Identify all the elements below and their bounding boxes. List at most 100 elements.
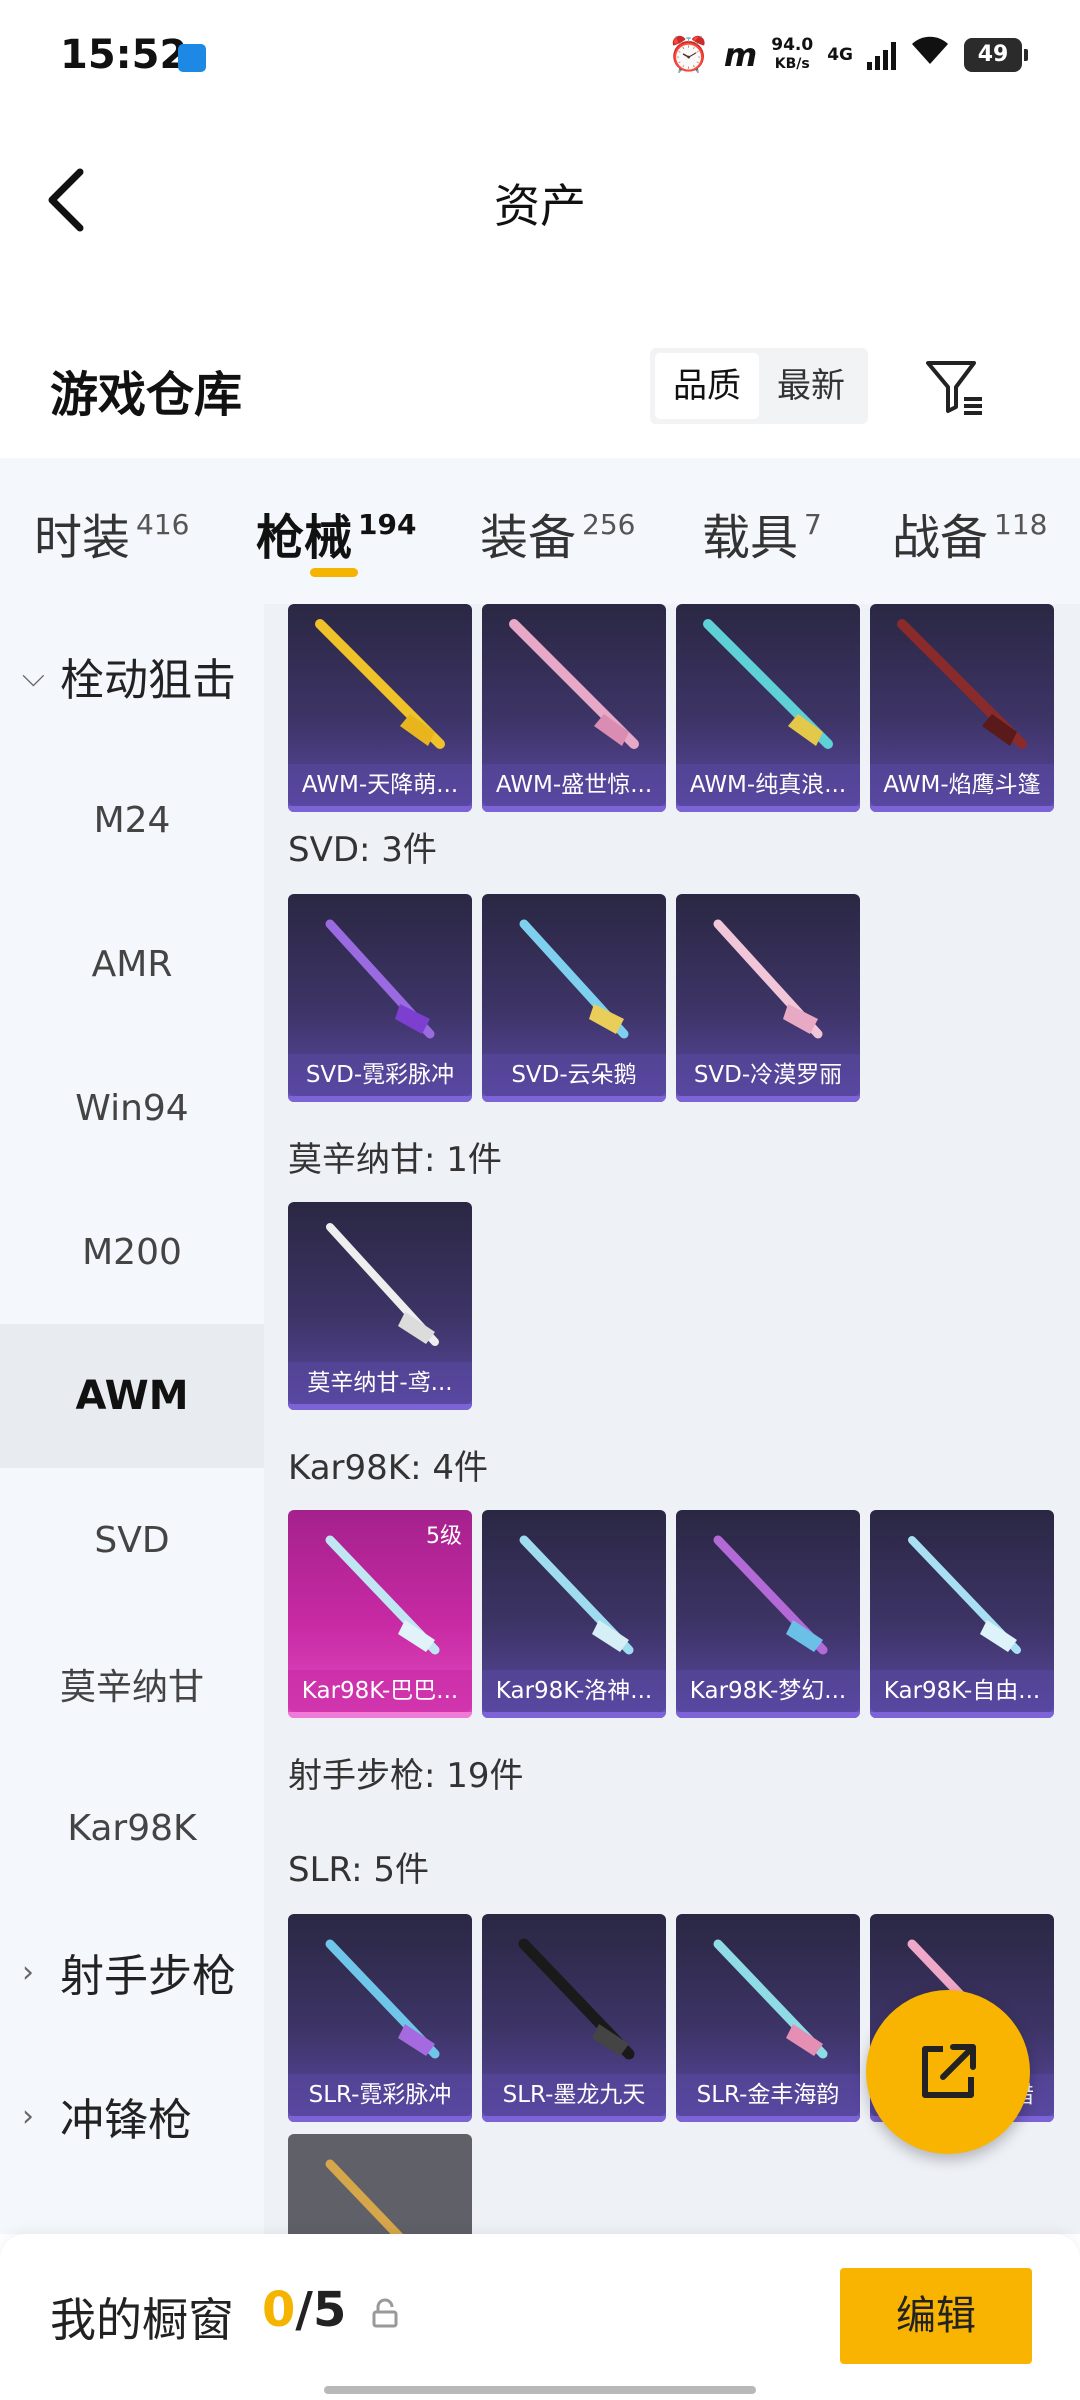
net-speed-unit: KB/s xyxy=(774,55,810,72)
weapon-card-name: SLR-墨龙九天 xyxy=(482,2074,666,2116)
weapon-card-name: Kar98K-巴巴... xyxy=(288,1670,472,1712)
weapon-card[interactable]: 5级 Kar98K-巴巴... xyxy=(288,1510,472,1718)
section-label-svd: SVD: 3件 xyxy=(288,830,437,870)
weapon-card-name: AWM-天降萌... xyxy=(288,764,472,806)
active-tab-indicator xyxy=(310,568,358,577)
rifle-icon xyxy=(325,1939,440,2059)
sniper-rifle-icon xyxy=(519,1535,634,1655)
sniper-rifle-icon xyxy=(897,619,1027,749)
battery-icon: 49 xyxy=(964,37,1028,72)
network-type: 4G xyxy=(827,44,853,65)
page-header: 资产 xyxy=(0,150,1080,250)
weapon-card[interactable]: SLR-霓彩脉冲 xyxy=(288,1914,472,2122)
share-button[interactable] xyxy=(866,1990,1030,2154)
weapon-card[interactable]: SVD-霓彩脉冲 xyxy=(288,894,472,1102)
sniper-rifle-icon xyxy=(325,919,435,1039)
weapon-card[interactable]: Kar98K-自由... xyxy=(870,1510,1054,1718)
rifle-icon xyxy=(518,1938,635,2060)
filter-button[interactable] xyxy=(922,355,986,419)
page-title: 资产 xyxy=(494,179,586,233)
sidebar-group-bolt-sniper[interactable]: ⌵ 栓动狙击 xyxy=(0,604,264,748)
sidebar-group-label: 射手步枪 xyxy=(60,1951,236,2002)
sidebar-item-mosin[interactable]: 莫辛纳甘 xyxy=(0,1612,264,1756)
tab-firearms[interactable]: 枪械 194 xyxy=(256,498,416,568)
tab-supplies[interactable]: 战备 118 xyxy=(892,498,1047,568)
tab-vehicles[interactable]: 载具 7 xyxy=(702,498,822,568)
lock-icon xyxy=(372,2298,398,2328)
edit-button[interactable]: 编辑 xyxy=(840,2268,1032,2364)
sniper-rifle-icon xyxy=(713,1535,828,1655)
weapon-card[interactable]: AWM-焰鹰斗篷 xyxy=(870,604,1054,812)
showcase-current: 0 xyxy=(262,2282,296,2338)
section-label-marksman: 射手步枪: 19件 xyxy=(288,1756,524,1796)
weapon-card-name: 莫辛纳甘-鸢... xyxy=(288,1362,472,1404)
sidebar-item-svd[interactable]: SVD xyxy=(0,1468,264,1612)
alarm-icon: ⏰ xyxy=(667,34,710,75)
filter-icon xyxy=(926,361,982,415)
sidebar-group-smg[interactable]: › 冲锋枪 xyxy=(0,2044,264,2188)
weapon-card-name: SLR-金丰海韵 xyxy=(676,2074,860,2116)
weapon-card-name: Kar98K-自由... xyxy=(870,1670,1054,1712)
app-icon xyxy=(178,44,206,72)
sniper-rifle-icon xyxy=(519,919,629,1039)
sidebar-item-m200[interactable]: M200 xyxy=(0,1180,264,1324)
weapon-card[interactable]: AWM-盛世惊... xyxy=(482,604,666,812)
weapon-card[interactable]: Kar98K-梦幻... xyxy=(676,1510,860,1718)
tab-label: 时装 xyxy=(34,510,131,566)
chevron-down-icon: ⌵ xyxy=(22,658,45,694)
sniper-rifle-icon xyxy=(326,1223,439,1346)
weapon-card[interactable]: SLR-金丰海韵 xyxy=(676,1914,860,2122)
weapon-card[interactable]: AWM-纯真浪... xyxy=(676,604,860,812)
weapon-card[interactable]: 莫辛纳甘-鸢... xyxy=(288,1202,472,1410)
network-logo-icon: m xyxy=(723,35,758,74)
tab-equipment[interactable]: 装备 256 xyxy=(480,498,635,568)
weapon-card-name: SVD-霓彩脉冲 xyxy=(288,1054,472,1096)
sniper-rifle-icon xyxy=(325,1535,440,1655)
signal-icon xyxy=(867,40,896,70)
sniper-rifle-icon xyxy=(908,1536,1021,1654)
sidebar-item-win94[interactable]: Win94 xyxy=(0,1036,264,1180)
sidebar-item-kar98k[interactable]: Kar98K xyxy=(0,1756,264,1900)
chevron-right-icon: › xyxy=(22,1954,34,1990)
tab-label: 战备 xyxy=(892,510,989,566)
section-label-mosin: 莫辛纳甘: 1件 xyxy=(288,1140,502,1180)
tab-count: 416 xyxy=(136,508,190,541)
battery-level: 49 xyxy=(977,41,1009,67)
bottom-bar: 我的橱窗 0/5 编辑 xyxy=(0,2234,1080,2400)
chevron-right-icon: › xyxy=(22,2098,34,2134)
share-icon xyxy=(922,2044,976,2098)
sidebar-group-marksman[interactable]: › 射手步枪 xyxy=(0,1900,264,2044)
status-time: 15:52 xyxy=(60,32,188,78)
tab-count: 256 xyxy=(582,508,636,541)
sniper-rifle-icon xyxy=(315,619,445,749)
tab-count: 118 xyxy=(994,508,1048,541)
sidebar-item-awm[interactable]: AWM xyxy=(0,1324,264,1468)
weapon-card-name: SVD-冷漠罗丽 xyxy=(676,1054,860,1096)
weapon-card-name: SVD-云朵鹅 xyxy=(482,1054,666,1096)
sort-toggle: 品质 最新 xyxy=(650,348,868,424)
sniper-rifle-icon xyxy=(509,619,639,749)
tab-fashion[interactable]: 时装 416 xyxy=(34,498,189,568)
weapon-card[interactable]: Kar98K-洛神... xyxy=(482,1510,666,1718)
showcase-label: 我的橱窗 xyxy=(50,2293,234,2347)
rifle-icon xyxy=(325,2159,404,2234)
sidebar-group-label: 冲锋枪 xyxy=(60,2095,192,2146)
weapon-card[interactable]: SVD-云朵鹅 xyxy=(482,894,666,1102)
sidebar-group-label: 栓动狙击 xyxy=(60,655,236,706)
weapon-card[interactable]: SLR-墨龙九天 xyxy=(482,1914,666,2122)
net-speed-value: 94.0 xyxy=(771,34,814,55)
sniper-rifle-icon xyxy=(713,919,823,1039)
sidebar-item-m24[interactable]: M24 xyxy=(0,748,264,892)
weapon-card-name: SLR-霓彩脉冲 xyxy=(288,2074,472,2116)
weapon-sidebar: ⌵ 栓动狙击 M24 AMR Win94 M200 AWM SVD 莫辛纳甘 K… xyxy=(0,604,264,2234)
sidebar-item-amr[interactable]: AMR xyxy=(0,892,264,1036)
weapon-card-name: Kar98K-梦幻... xyxy=(676,1670,860,1712)
tab-label: 枪械 xyxy=(256,510,353,566)
weapon-card[interactable]: AWM-天降萌... xyxy=(288,604,472,812)
sort-newest-option[interactable]: 最新 xyxy=(759,353,863,419)
sort-quality-option[interactable]: 品质 xyxy=(655,353,759,419)
weapon-card[interactable]: SVD-冷漠罗丽 xyxy=(676,894,860,1102)
weapon-card[interactable] xyxy=(288,2134,472,2234)
rifle-icon xyxy=(713,1939,828,2059)
section-label-slr: SLR: 5件 xyxy=(288,1850,429,1890)
